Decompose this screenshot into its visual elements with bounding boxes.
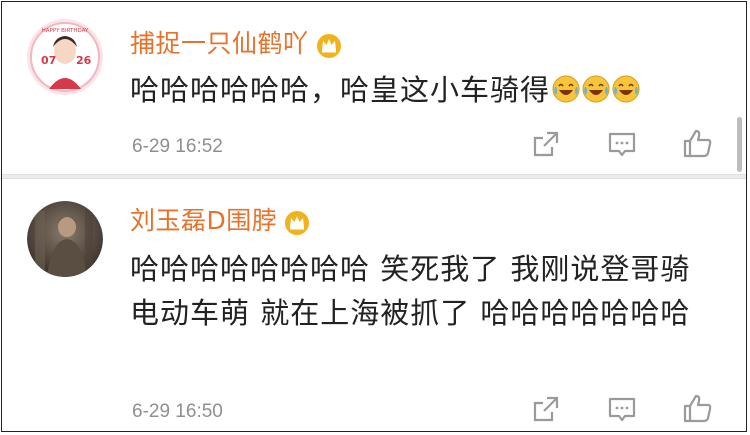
username[interactable]: 刘玉磊D围脖	[130, 201, 311, 237]
timestamp: 6-29 16:50	[132, 401, 223, 422]
avatar-text-left: 07	[41, 54, 56, 67]
share-icon	[533, 131, 559, 157]
username[interactable]: 捕捉一只仙鹤吖	[130, 24, 343, 60]
comment-button[interactable]	[604, 391, 640, 427]
username-text[interactable]: 刘玉磊D围脖	[130, 206, 277, 235]
crown-icon	[315, 32, 343, 58]
crown-icon	[283, 209, 311, 235]
avatar-text-right: 26	[76, 54, 92, 67]
avatar[interactable]	[27, 201, 103, 277]
laugh-cry-emoji	[582, 71, 610, 103]
action-bar	[528, 391, 716, 427]
comment-body: 哈哈哈哈哈哈，哈皇这小车骑得	[130, 73, 551, 107]
action-bar	[528, 126, 716, 162]
comment-text: 哈哈哈哈哈哈，哈皇这小车骑得	[130, 68, 716, 112]
share-icon	[533, 396, 559, 422]
like-icon	[683, 394, 712, 423]
laugh-cry-emoji	[612, 71, 640, 103]
timestamp: 6-29 16:52	[132, 136, 223, 157]
like-button[interactable]	[680, 391, 716, 427]
comment-text: 哈哈哈哈哈哈哈哈 笑死我了 我刚说登哥骑电动车萌 就在上海被抓了 哈哈哈哈哈哈哈	[130, 247, 716, 335]
laugh-cry-emoji	[552, 71, 580, 103]
avatar-text-top: HAPPY BIRTHDAY	[42, 28, 89, 34]
comment-body: 哈哈哈哈哈哈哈哈 笑死我了 我刚说登哥骑电动车萌 就在上海被抓了 哈哈哈哈哈哈哈	[130, 252, 691, 330]
comment-icon	[608, 132, 636, 157]
comment-icon	[608, 397, 636, 422]
username-text[interactable]: 捕捉一只仙鹤吖	[130, 29, 309, 58]
like-icon	[683, 129, 712, 158]
comment-button[interactable]	[604, 126, 640, 162]
comment-item: 刘玉磊D围脖 哈哈哈哈哈哈哈哈 笑死我了 我刚说登哥骑电动车萌 就在上海被抓了 …	[2, 179, 746, 431]
share-button[interactable]	[528, 391, 564, 427]
comment-item: 07 26 HAPPY BIRTHDAY 捕捉一只仙鹤吖 哈哈哈哈哈哈，哈皇这小…	[2, 2, 746, 174]
scrollbar[interactable]	[737, 117, 742, 172]
avatar[interactable]: 07 26 HAPPY BIRTHDAY	[27, 19, 103, 95]
comment-list: 07 26 HAPPY BIRTHDAY 捕捉一只仙鹤吖 哈哈哈哈哈哈，哈皇这小…	[1, 1, 747, 432]
share-button[interactable]	[528, 126, 564, 162]
like-button[interactable]	[680, 126, 716, 162]
